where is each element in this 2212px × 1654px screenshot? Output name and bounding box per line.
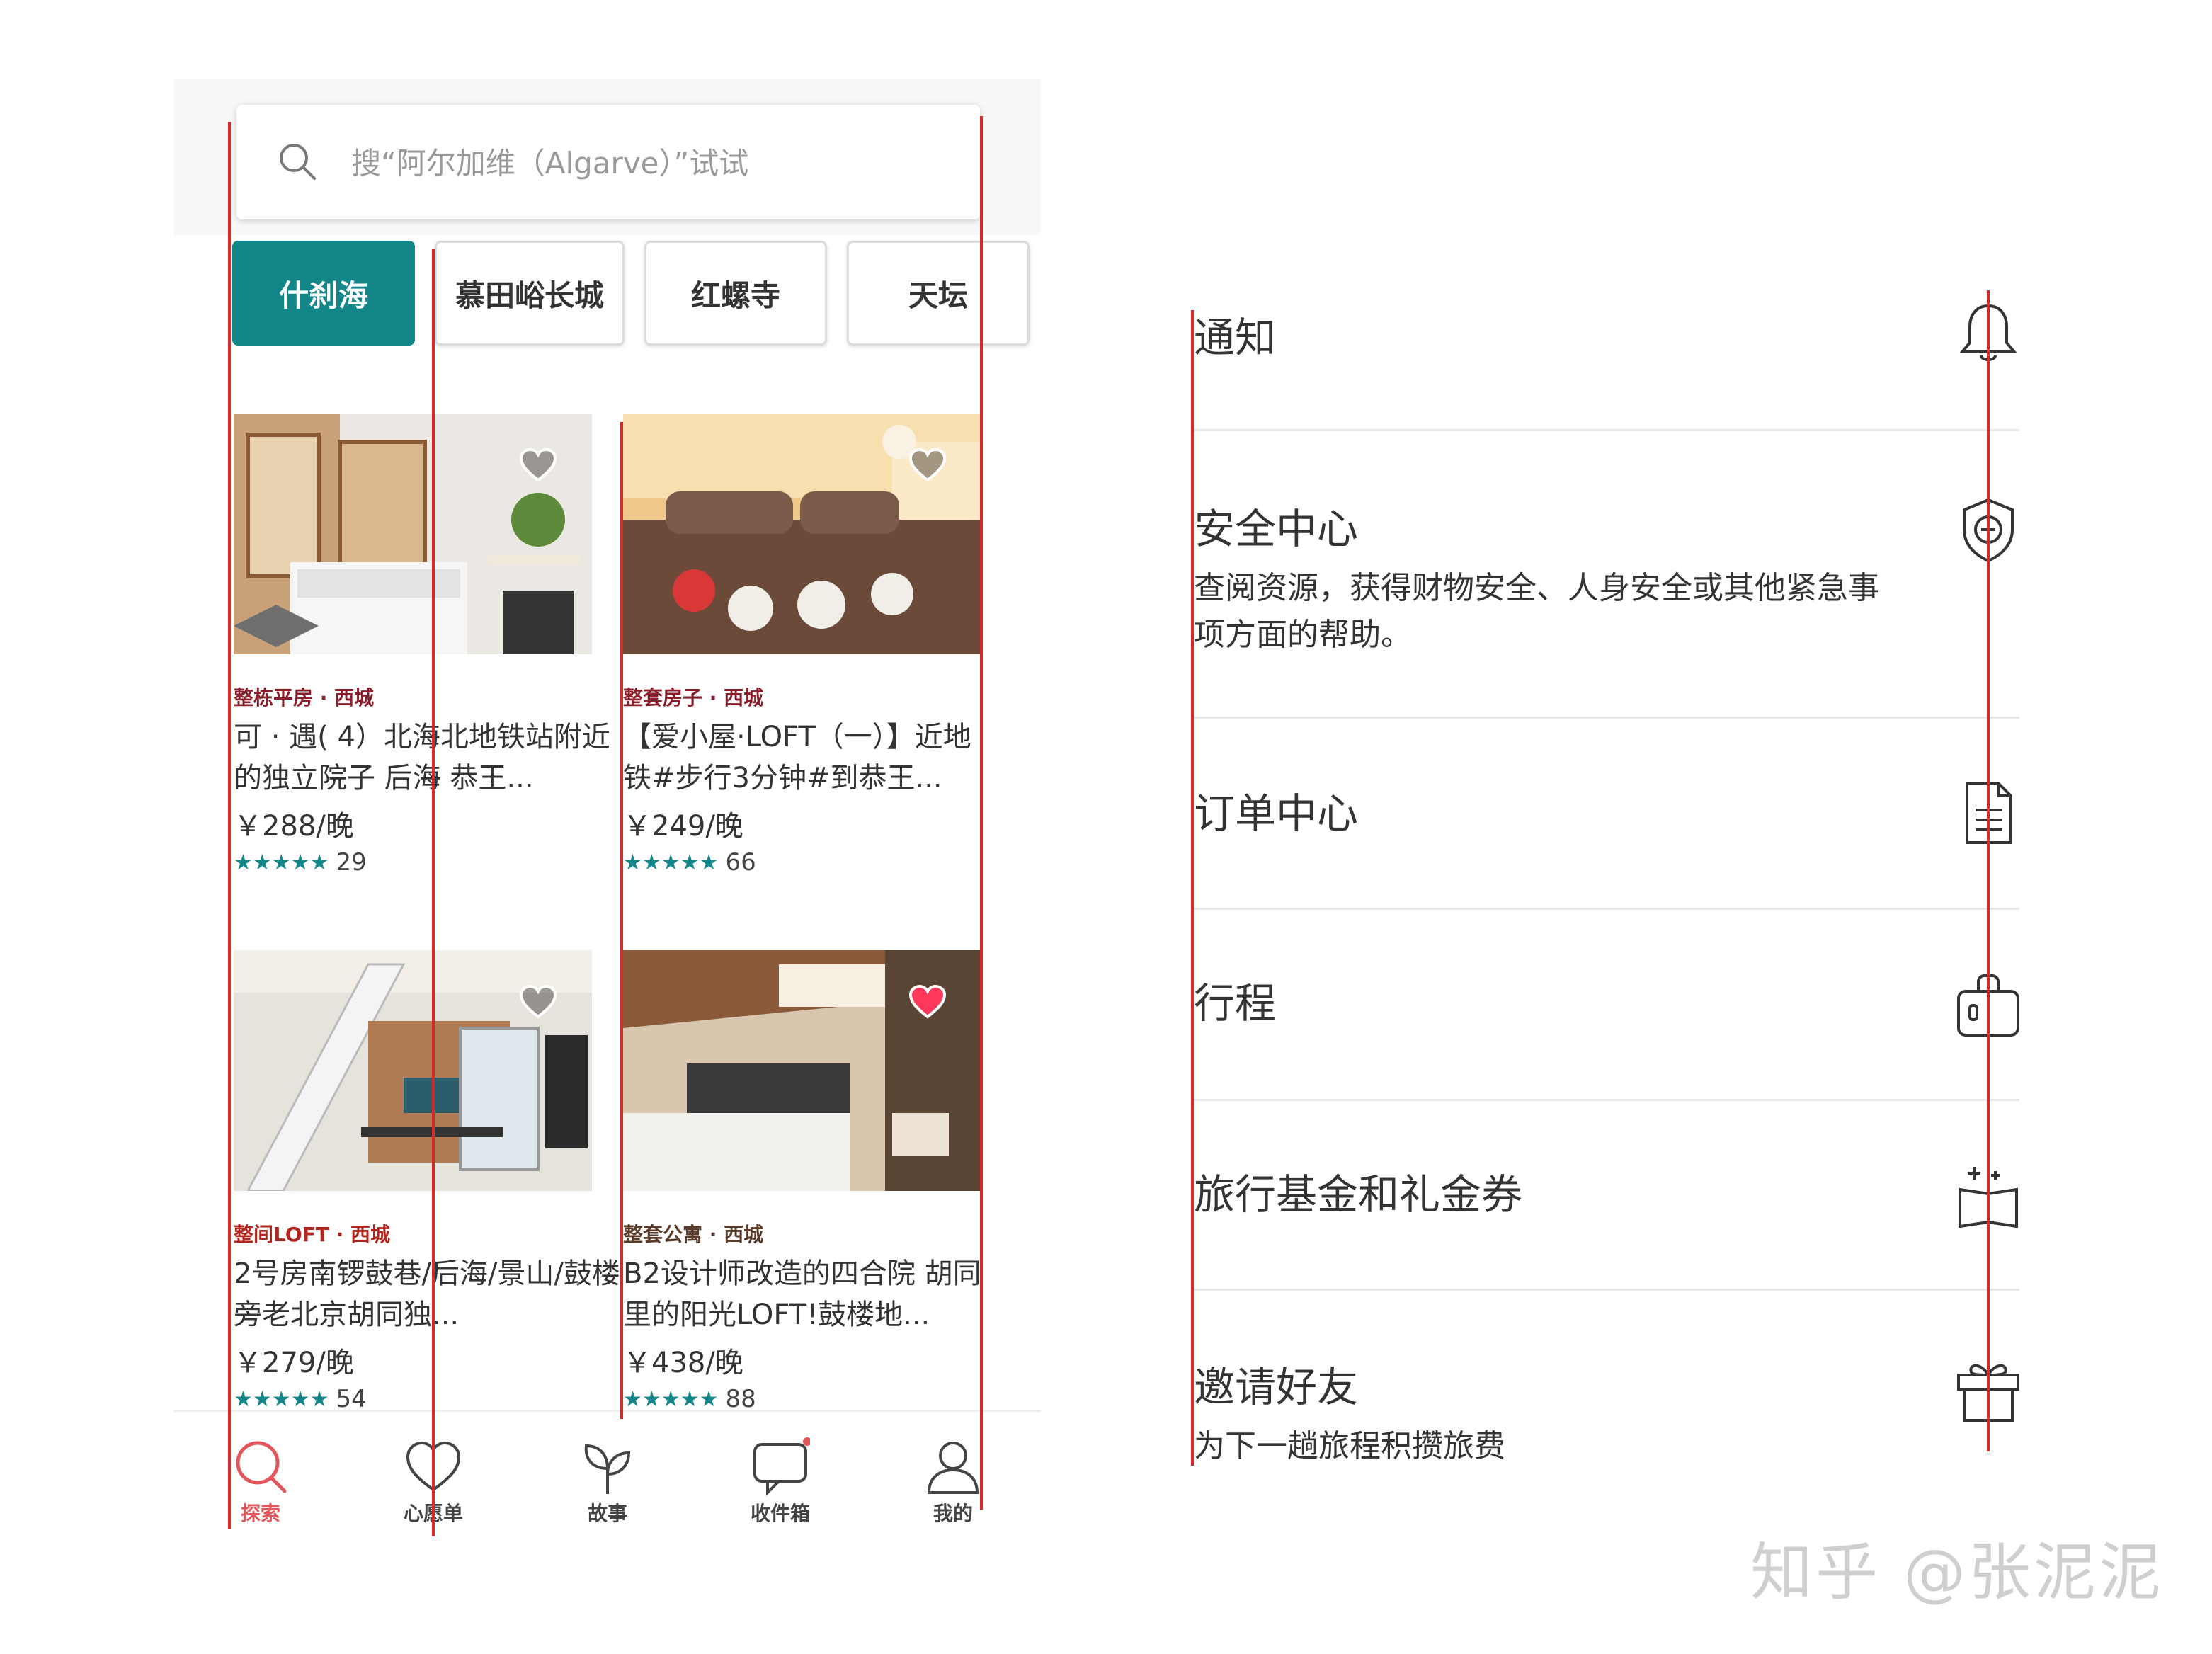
listing-type: 整间LOFT · 西城 <box>234 1223 391 1246</box>
tab-label: 故事 <box>587 1502 627 1525</box>
search-input[interactable] <box>351 133 960 193</box>
menu-invite-friends[interactable]: 邀请好友 <box>1194 1354 1358 1413</box>
listing-rating: ★★★★★ 88 <box>623 1385 756 1413</box>
tab-explore[interactable]: 探索 <box>204 1437 317 1527</box>
menu-divider <box>1194 1289 2019 1291</box>
chip-shichahai[interactable]: 什刹海 <box>232 241 415 346</box>
favorite-heart-icon[interactable] <box>518 983 558 1022</box>
menu-order-center[interactable]: 订单中心 <box>1194 780 1358 840</box>
guide-line <box>228 122 231 1529</box>
guide-line <box>980 116 983 1510</box>
rating-stars: ★★★★★ <box>234 1386 329 1412</box>
menu-notifications[interactable]: 通知 <box>1194 304 1276 364</box>
rating-stars: ★★★★★ <box>234 850 329 875</box>
favorite-heart-icon[interactable] <box>518 446 558 486</box>
listing-type: 整栋平房 · 西城 <box>234 686 375 709</box>
guide-line <box>432 249 435 1536</box>
menu-divider <box>1194 1099 2019 1101</box>
chip-tiantan[interactable]: 天坛 <box>847 241 1030 346</box>
tab-inbox[interactable]: 收件箱 <box>724 1437 837 1527</box>
chip-mutianyu[interactable]: 慕田峪长城 <box>435 241 625 346</box>
menu-divider <box>1194 429 2019 431</box>
review-count: 29 <box>336 848 367 877</box>
tab-label: 探索 <box>240 1502 280 1525</box>
menu-safety-description: 查阅资源，获得财物安全、人身安全或其他紧急事项方面的帮助。 <box>1194 570 1879 653</box>
favorite-heart-icon-active[interactable] <box>908 983 947 1022</box>
listing-price: ￥288/晚 <box>234 810 354 843</box>
tab-profile[interactable]: 我的 <box>896 1437 1010 1527</box>
listing-price: ￥249/晚 <box>623 810 743 843</box>
user-icon <box>927 1442 979 1494</box>
menu-safety-center[interactable]: 安全中心 <box>1194 496 1358 555</box>
menu-invite-description: 为下一趟旅程积攒旅费 <box>1194 1428 1505 1464</box>
listing-price: ￥438/晚 <box>623 1347 743 1379</box>
rating-stars: ★★★★★ <box>623 1386 719 1412</box>
guide-line <box>620 422 623 1419</box>
listing-rating: ★★★★★ 29 <box>234 848 367 877</box>
chat-bubble-icon <box>753 1437 810 1496</box>
tab-label: 收件箱 <box>750 1502 810 1525</box>
tab-label: 我的 <box>933 1502 973 1525</box>
menu-trips[interactable]: 行程 <box>1194 970 1276 1030</box>
listing-rating: ★★★★★ 66 <box>623 848 756 877</box>
rating-stars: ★★★★★ <box>623 850 719 875</box>
listing-type: 整套房子 · 西城 <box>623 686 764 709</box>
listing-price: ￥279/晚 <box>234 1347 354 1379</box>
listing-rating: ★★★★★ 54 <box>234 1385 367 1413</box>
menu-divider <box>1194 717 2019 719</box>
guide-line <box>1191 310 1194 1466</box>
review-count: 66 <box>725 848 756 877</box>
search-icon <box>236 1441 287 1493</box>
watermark: 知乎 @张泥泥 <box>1750 1536 2164 1609</box>
menu-travel-credit[interactable]: 旅行基金和礼金券 <box>1194 1161 1522 1221</box>
review-count: 88 <box>725 1385 756 1413</box>
listing-type: 整套公寓 · 西城 <box>623 1223 764 1246</box>
listing-title[interactable]: 【爱小屋·LOFT（一）】近地铁#步行3分钟#到恭王... <box>623 717 991 799</box>
tab-stories[interactable]: 故事 <box>551 1437 664 1527</box>
listing-title[interactable]: B2设计师改造的四合院 胡同里的阳光LOFT!鼓楼地... <box>623 1253 991 1335</box>
search-icon <box>280 144 316 180</box>
sprout-icon <box>584 1444 631 1494</box>
favorite-heart-icon[interactable] <box>908 446 947 486</box>
review-count: 54 <box>336 1385 367 1413</box>
guide-line <box>1987 290 1990 1451</box>
chip-hongluosi[interactable]: 红螺寺 <box>644 241 827 346</box>
menu-divider <box>1194 908 2019 910</box>
